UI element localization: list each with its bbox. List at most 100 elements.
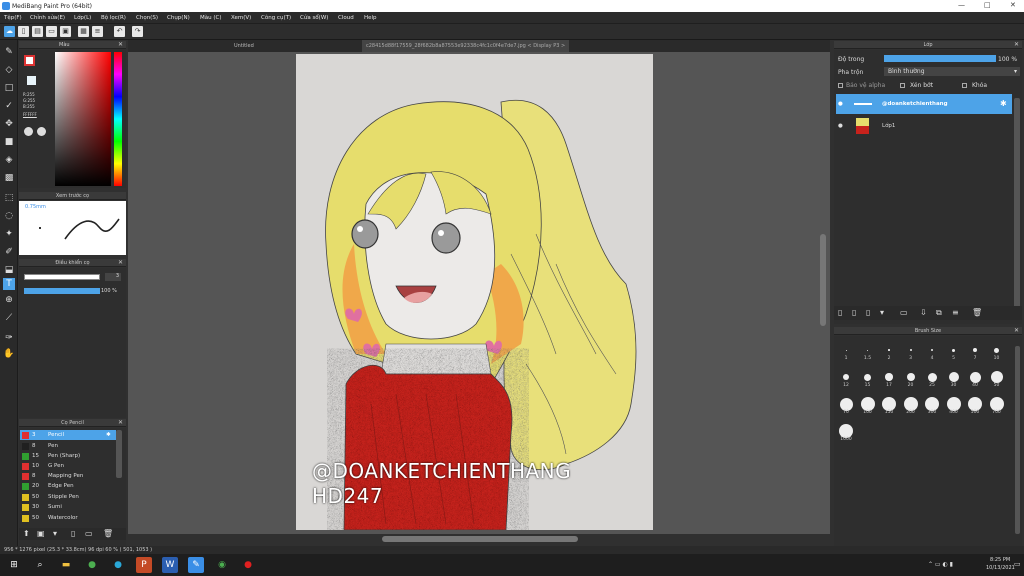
merge-down-icon[interactable]: ⇩ (920, 308, 927, 317)
copy-brush-icon[interactable]: ▯ (71, 529, 75, 538)
brush-size-option[interactable] (882, 397, 896, 411)
menu-view[interactable]: Xem(V) (231, 15, 251, 21)
brush-size-option[interactable] (994, 347, 999, 353)
open-file-icon[interactable]: ▤ (32, 26, 43, 37)
brush-item-edge-pen[interactable]: 20 Edge Pen (20, 481, 116, 491)
redo-icon[interactable]: ↷ (132, 26, 143, 37)
artwork-canvas[interactable]: @DOANKETCHIENTHANG HD247 (296, 54, 653, 531)
brush-item-g-pen[interactable]: 10 G Pen (20, 461, 116, 471)
clock-date[interactable]: 10/13/2021 (986, 565, 1015, 571)
brush-opacity-slider[interactable] (24, 288, 100, 294)
visibility-icon[interactable]: ● (838, 94, 843, 114)
menu-file[interactable]: Tệp(F) (4, 15, 22, 21)
medibang-icon[interactable]: ✎ (188, 557, 204, 573)
delete-icon[interactable]: 🗑 (103, 529, 113, 538)
clipping-checkbox[interactable] (900, 83, 905, 88)
gear-icon[interactable]: ✱ (106, 430, 111, 440)
cloud-icon[interactable]: ☁ (4, 26, 15, 37)
tab-image-file[interactable]: c28415d88f17559_28f682b8a87553e92338c4fc… (362, 40, 570, 52)
menu-cloud[interactable]: Cloud (338, 15, 354, 21)
record-icon[interactable]: ● (240, 557, 256, 573)
brush-size-option[interactable] (839, 397, 853, 411)
eyedropper-tool-icon[interactable]: ⟋ (3, 312, 15, 324)
brush-size-slider[interactable] (24, 274, 100, 280)
gradient-tool-icon[interactable]: ▩ (3, 172, 15, 184)
undo-icon[interactable]: ↶ (114, 26, 125, 37)
brush-size-option[interactable] (839, 424, 853, 438)
save-icon[interactable]: ▣ (60, 26, 71, 37)
brush-item-pen[interactable]: 8 Pen (20, 441, 116, 451)
menu-filter[interactable]: Bộ lọc(R) (101, 15, 126, 21)
brush-settings-icon[interactable]: ▣ (37, 529, 45, 538)
brush-size-scrollbar[interactable] (1015, 346, 1020, 534)
edge-icon[interactable]: ● (110, 557, 126, 573)
brush-size-option[interactable] (989, 397, 1004, 411)
gear-icon[interactable]: ✱ (1000, 94, 1007, 114)
layer-add-menu-icon[interactable]: ▾ (880, 308, 884, 317)
brush-item-pencil[interactable]: 3 Pencil ✱ (20, 430, 116, 440)
new-8bit-layer-icon[interactable]: ▯ (866, 308, 870, 317)
grid-icon[interactable]: ▦ (78, 26, 89, 37)
menu-tools[interactable]: Công cụ(T) (261, 15, 291, 21)
menu-window[interactable]: Cửa sổ(W) (300, 15, 328, 21)
brush-size-value[interactable]: 3 (105, 273, 121, 281)
magic-wand-tool-icon[interactable]: ✦ (3, 228, 15, 240)
copy-layer-icon[interactable]: ⧉ (936, 308, 942, 318)
layer-opacity-slider[interactable] (884, 55, 996, 62)
close-icon[interactable]: ✕ (1014, 327, 1019, 335)
brush-size-option[interactable] (885, 373, 893, 381)
select-pen-icon[interactable]: ✐ (3, 246, 15, 258)
check-tool-icon[interactable]: ✓ (3, 100, 15, 112)
transform-tool-icon[interactable]: ⬓ (3, 264, 15, 276)
file-explorer-icon[interactable]: ▬ (58, 557, 74, 573)
layer-menu-icon[interactable]: ≡ (952, 308, 959, 317)
windows-start-icon[interactable]: ⊞ (6, 557, 22, 573)
brush-item-pen-sharp[interactable]: 15 Pen (Sharp) (20, 451, 116, 461)
lasso-tool-icon[interactable]: ◌ (3, 210, 15, 222)
visibility-icon[interactable]: ● (838, 116, 843, 136)
color-wheel-icon[interactable] (24, 127, 33, 136)
layer-row-lop1[interactable]: ● Lớp1 (836, 116, 1012, 136)
minimize-button[interactable]: — (958, 1, 965, 9)
transparent-color-swatch[interactable] (27, 76, 36, 85)
brush-size-option[interactable] (867, 349, 868, 351)
tray-icons[interactable]: ⌃ ▭ ◐ ▮ (928, 561, 953, 568)
maximize-button[interactable]: □ (984, 1, 991, 9)
hand-tool-icon[interactable]: ✋ (3, 348, 15, 360)
brush-size-option[interactable] (948, 372, 959, 382)
operation-tool-icon[interactable]: ⊕ (3, 294, 15, 306)
lock-checkbox[interactable] (962, 83, 967, 88)
folder-icon[interactable]: ▭ (85, 529, 93, 538)
fill-rect-tool-icon[interactable]: ■ (3, 136, 15, 148)
rectangle-tool-icon[interactable]: □ (3, 82, 15, 94)
brush-size-option[interactable] (973, 348, 977, 352)
notification-icon[interactable]: ▭ (1014, 560, 1021, 568)
brush-size-option[interactable] (990, 371, 1003, 383)
brush-size-option[interactable] (843, 374, 849, 380)
saturation-value-square[interactable] (55, 52, 111, 186)
brush-list-scrollbar[interactable] (116, 430, 122, 478)
layers-scrollbar[interactable] (1014, 98, 1020, 308)
menu-capture[interactable]: Chụp(N) (167, 15, 190, 21)
brush-size-option[interactable] (845, 349, 847, 351)
list-icon[interactable]: ≡ (92, 26, 103, 37)
tab-untitled[interactable]: Untitled (230, 40, 258, 52)
new-halftone-layer-icon[interactable]: ▯ (852, 308, 856, 317)
brush-item-watercolor[interactable]: 50 Watercolor (20, 513, 116, 523)
menu-help[interactable]: Help (364, 15, 377, 21)
foreground-color-swatch[interactable] (24, 55, 35, 66)
comment-icon[interactable]: ▭ (46, 26, 57, 37)
move-tool-icon[interactable]: ✥ (3, 118, 15, 130)
eraser-tool-icon[interactable]: ◇ (3, 64, 15, 76)
brush-size-option[interactable] (946, 397, 961, 411)
brush-item-sumi[interactable]: 30 Sumi (20, 502, 116, 512)
hue-slider[interactable] (114, 52, 122, 186)
new-layer-icon[interactable]: ▯ (838, 308, 842, 317)
clock-time[interactable]: 8:25 PM (990, 557, 1010, 563)
brush-size-option[interactable] (927, 372, 937, 382)
close-icon[interactable]: ✕ (118, 41, 123, 49)
search-icon[interactable]: ⌕ (32, 557, 48, 573)
brush-menu-icon[interactable]: ▾ (53, 529, 57, 538)
color-palette-icon[interactable] (37, 127, 46, 136)
camera-app-icon[interactable]: ◉ (214, 557, 230, 573)
